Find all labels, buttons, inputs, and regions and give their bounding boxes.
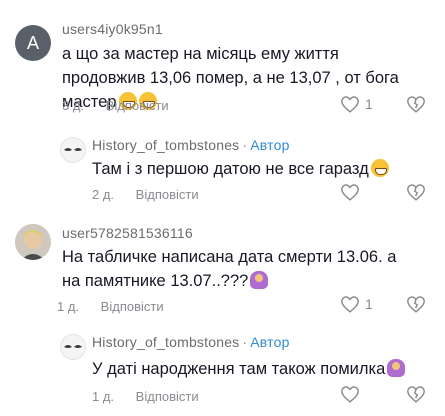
broken-heart-outline-icon[interactable] — [406, 385, 426, 403]
comment: A users4iy0k95n1 а що за мастер на місяц… — [0, 0, 445, 125]
heart-outline-icon[interactable] — [340, 385, 360, 403]
author-avatar-eyes-icon — [64, 148, 82, 151]
comment-username[interactable]: users4iy0k95n1 — [62, 21, 163, 37]
author-badge: Автор — [250, 137, 290, 153]
like-count: 1 — [365, 296, 373, 312]
comment-username: History_of_tombstones · Автор — [92, 334, 290, 350]
comment-meta: 2 д. Відповісти — [92, 187, 199, 202]
comment-reply: History_of_tombstones · Автор Там і з перш… — [0, 125, 445, 210]
author-username[interactable]: History_of_tombstones — [92, 137, 239, 153]
comment-text: На табличке написана дата смерти 13.06. … — [62, 248, 397, 290]
comment-reply: History_of_tombstones · Автор У даті народ… — [0, 322, 445, 416]
reply-button[interactable]: Відповісти — [106, 98, 169, 113]
avatar[interactable]: A — [15, 25, 51, 61]
comment-time: 3 д. — [62, 98, 85, 113]
like-count: 1 — [365, 96, 373, 112]
author-avatar-eyes-icon — [64, 345, 82, 348]
avatar[interactable] — [15, 224, 51, 260]
comment-time: 1 д. — [92, 389, 115, 404]
facepalm-emoji-icon — [387, 359, 406, 377]
avatar-letter: A — [26, 32, 39, 53]
heart-outline-icon[interactable] — [340, 295, 360, 313]
reply-button[interactable]: Відповісти — [101, 299, 164, 314]
comment-meta: 3 д. Відповісти — [62, 98, 169, 113]
author-username[interactable]: History_of_tombstones — [92, 334, 239, 350]
avatar[interactable] — [60, 137, 86, 163]
comment-time: 2 д. — [92, 187, 115, 202]
broken-heart-outline-icon[interactable] — [406, 183, 426, 201]
comment-username[interactable]: user5782581536116 — [62, 225, 193, 241]
avatar[interactable] — [60, 334, 86, 360]
like-group: 1 — [340, 95, 373, 113]
author-badge: Автор — [250, 334, 290, 350]
user-photo-icon — [15, 224, 51, 260]
comment-text: У даті народження там також помилка — [92, 357, 412, 381]
heart-outline-icon[interactable] — [340, 183, 360, 201]
comment-meta: 1 д. Відповісти — [57, 299, 164, 314]
broken-heart-outline-icon[interactable] — [406, 95, 426, 113]
comment: user5782581536116 На табличке написана д… — [0, 212, 445, 322]
reply-button[interactable]: Відповісти — [136, 389, 199, 404]
like-group: 1 — [340, 295, 373, 313]
grinning-emoji-icon — [370, 159, 389, 177]
broken-heart-outline-icon[interactable] — [406, 295, 426, 313]
comment-username: History_of_tombstones · Автор — [92, 137, 290, 153]
reply-button[interactable]: Відповісти — [136, 187, 199, 202]
comment-text: Там і з першою датою не все гаразд — [92, 157, 412, 181]
facepalm-emoji-icon — [250, 271, 269, 289]
comment-meta: 1 д. Відповісти — [92, 389, 199, 404]
heart-outline-icon[interactable] — [340, 95, 360, 113]
comment-time: 1 д. — [57, 299, 80, 314]
